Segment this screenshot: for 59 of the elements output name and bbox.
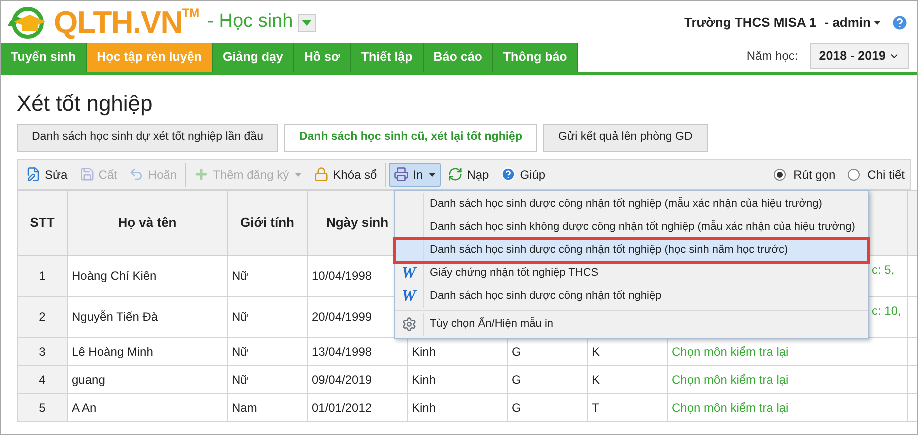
toolbar-button[interactable]: Khóa sổ (309, 162, 382, 186)
table-cell: Nữ (228, 338, 308, 366)
table-cell: Hoàng Chí Kiên (68, 256, 228, 296)
module-name: - Học sinh (208, 10, 294, 34)
menu-item[interactable]: Tùy chọn Ẩn/Hiện mẫu in (395, 313, 868, 336)
menu-item[interactable]: Danh sách học sinh được công nhận tốt nghiệp (học sinh năm học trước) (395, 239, 868, 262)
table-cell: Nữ (228, 296, 308, 338)
toolbar-button[interactable]: Sửa (21, 162, 73, 186)
table-cell: T (588, 394, 668, 422)
table-cell: Kinh (408, 366, 508, 394)
table-cell: G (508, 366, 588, 394)
edit-icon (26, 167, 41, 182)
toolbar-button[interactable]: Giúp (496, 162, 551, 186)
table-cell: 09/04/2019 (308, 366, 408, 394)
undo-icon (129, 167, 144, 182)
caret-icon (874, 20, 881, 24)
column-header: Họ và tên (68, 190, 228, 256)
module-dropdown[interactable] (298, 14, 316, 32)
table-cell: A An (68, 394, 228, 422)
help-icon[interactable] (891, 14, 909, 32)
settings-icon (402, 317, 416, 332)
view-radio[interactable]: Rút gọn (774, 166, 836, 184)
toolbar-button[interactable]: Nạp (443, 162, 494, 186)
table-cell: 2 (18, 296, 68, 338)
table-cell: 3 (18, 338, 68, 366)
user-menu[interactable]: - admin (824, 12, 881, 32)
year-select[interactable]: 2018 - 2019 (810, 43, 909, 69)
list-tab[interactable]: Danh sách học sinh dự xét tốt nghiệp lần đầu (17, 124, 278, 152)
toolbar-button[interactable]: In (389, 162, 442, 186)
table-cell: Nữ (228, 256, 308, 296)
view-radio[interactable]: Chi tiết (848, 166, 905, 184)
refresh-icon (448, 167, 464, 182)
help-icon (501, 167, 516, 182)
table-cell: guang (68, 366, 228, 394)
table-cell: 1 (18, 256, 68, 296)
table-cell: Lê Hoàng Minh (68, 338, 228, 366)
brand-name: QLTH.VN (54, 7, 182, 38)
lock-icon (314, 167, 330, 182)
column-header: Giới tính (228, 190, 308, 256)
table-cell: 5 (18, 394, 68, 422)
trademark: TM (182, 5, 200, 22)
printer-icon (394, 167, 410, 182)
page-title: Xét tốt nghiệp (17, 90, 154, 118)
table-cell: K (588, 366, 668, 394)
save-icon (80, 167, 95, 182)
caret-icon (302, 20, 312, 26)
list-tab[interactable]: Gửi kết quả lên phòng GD (543, 124, 708, 152)
school-name: Trường THCS MISA 1 (684, 14, 817, 32)
table-cell: Kinh (408, 394, 508, 422)
table-cell: Nguyễn Tiến Đà (68, 296, 228, 338)
table-cell: Nam (228, 394, 308, 422)
table-cell: 01/01/2012 (308, 394, 408, 422)
list-tab[interactable]: Danh sách học sinh cũ, xét lại tốt nghiệp (284, 124, 538, 152)
table-cell: G (508, 394, 588, 422)
table-cell: 4 (18, 366, 68, 394)
column-header: STT (18, 190, 68, 256)
year-label: Năm học: (746, 48, 798, 65)
table-cell: Nữ (228, 366, 308, 394)
plus-icon (194, 167, 210, 182)
